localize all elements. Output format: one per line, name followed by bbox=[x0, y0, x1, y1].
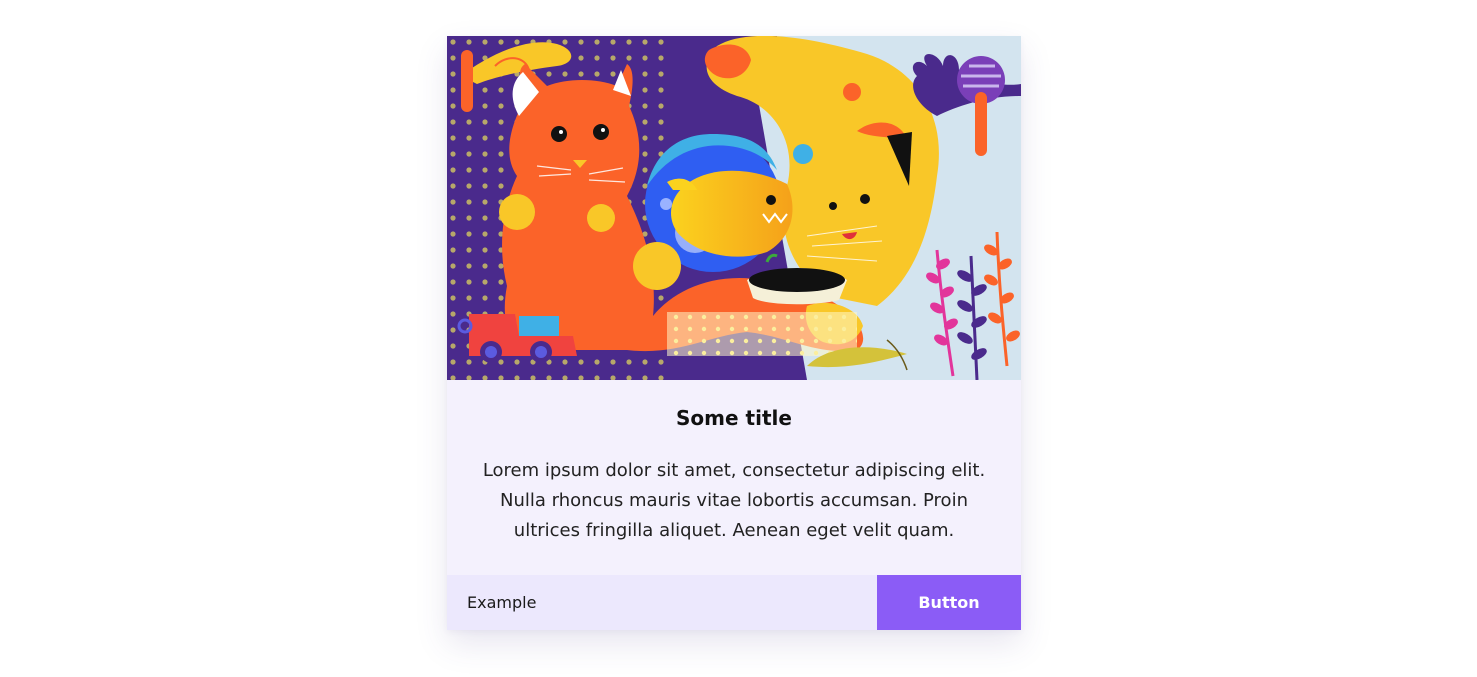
card-illustration bbox=[447, 36, 1021, 380]
card-title: Some title bbox=[676, 406, 792, 430]
card-button[interactable]: Button bbox=[877, 575, 1021, 630]
card: Some title Lorem ipsum dolor sit amet, c… bbox=[447, 36, 1021, 630]
card-footer: Example Button bbox=[447, 575, 1021, 630]
card-text: Lorem ipsum dolor sit amet, consectetur … bbox=[482, 460, 986, 541]
footer-label: Example bbox=[467, 593, 537, 612]
